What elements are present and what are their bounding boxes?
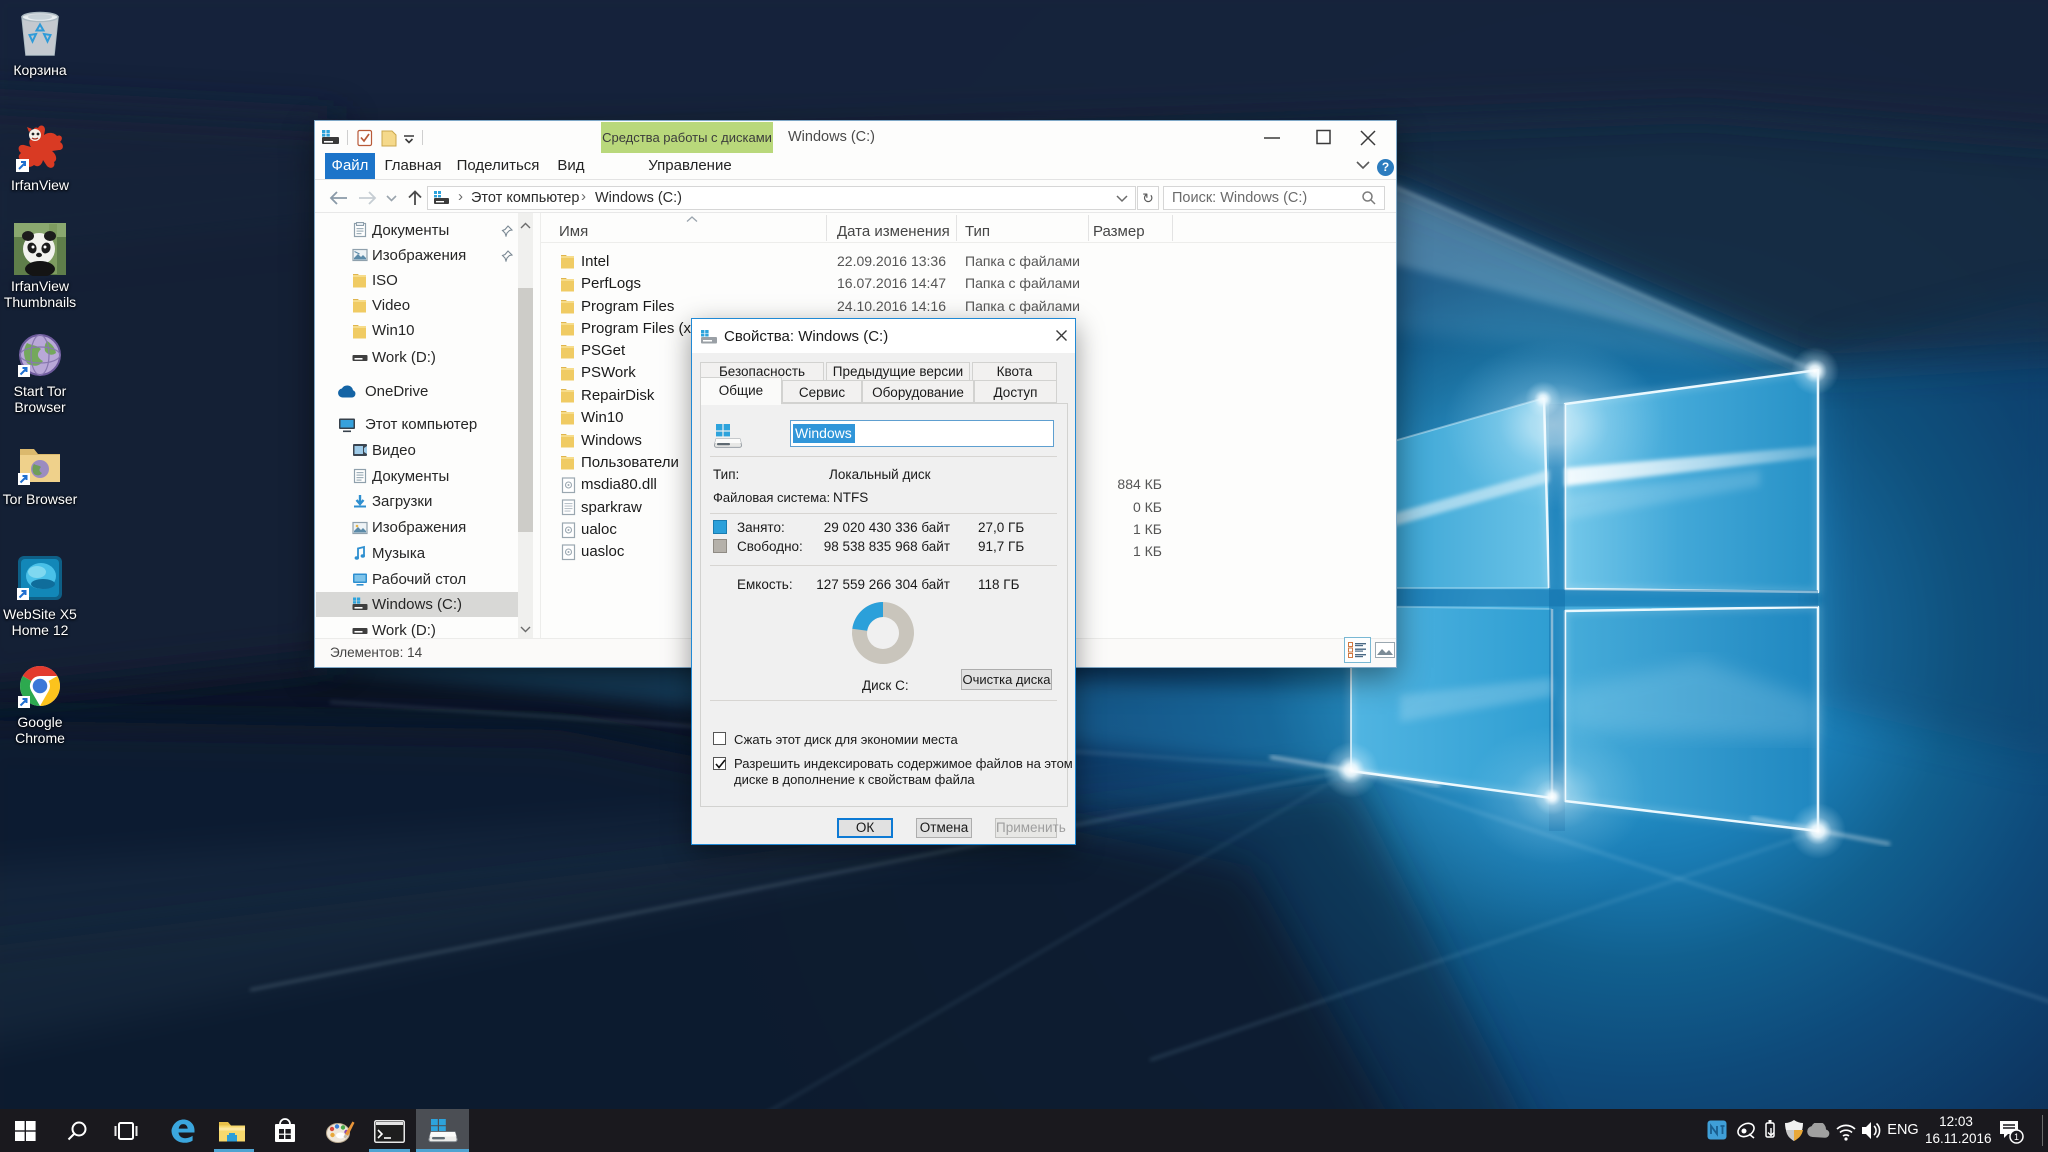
svg-text:1: 1 — [2014, 1132, 2019, 1142]
